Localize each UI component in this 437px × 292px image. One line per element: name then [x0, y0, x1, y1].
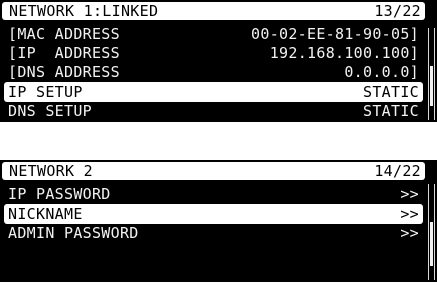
scrollbar-thumb[interactable]: [430, 66, 433, 106]
menu-title: NETWORK 2: [9, 162, 93, 180]
dns-setup-value: STATIC: [363, 102, 419, 120]
mac-address-row: [MAC ADDRESS 00-02-EE-81-90-05]: [4, 24, 423, 44]
ip-setup-label: IP SETUP: [8, 83, 83, 101]
admin-password-label: ADMIN PASSWORD: [8, 224, 139, 242]
dns-address-row: [DNS ADDRESS 0.0.0.0]: [4, 62, 423, 82]
network-1-screen: NETWORK 1:LINKED 13/22 [MAC ADDRESS 00-0…: [0, 0, 437, 122]
nickname-label: NICKNAME: [8, 205, 83, 223]
page-indicator: 14/22: [374, 162, 421, 180]
scrollbar[interactable]: [428, 28, 435, 120]
admin-password-menu-item[interactable]: ADMIN PASSWORD >>: [4, 223, 423, 243]
mac-address-label: [MAC ADDRESS: [8, 25, 120, 43]
ip-password-label: IP PASSWORD: [8, 185, 111, 203]
scrollbar-thumb[interactable]: [430, 222, 433, 266]
ip-address-row: [IP ADDRESS 192.168.100.100]: [4, 43, 423, 63]
page-indicator: 13/22: [374, 2, 421, 20]
ip-address-label: [IP ADDRESS: [8, 44, 120, 62]
chevron-right-icon: >>: [400, 205, 419, 223]
network-2-screen: NETWORK 2 14/22 IP PASSWORD >> NICKNAME …: [0, 160, 437, 282]
nickname-menu-item[interactable]: NICKNAME >>: [4, 204, 423, 224]
dns-setup-menu-item[interactable]: DNS SETUP STATIC: [4, 101, 423, 121]
chevron-right-icon: >>: [400, 224, 419, 242]
menu-title: NETWORK 1:LINKED: [9, 2, 159, 20]
mac-address-value: 00-02-EE-81-90-05]: [251, 25, 419, 43]
ip-setup-menu-item[interactable]: IP SETUP STATIC: [4, 82, 423, 102]
dns-address-value: 0.0.0.0]: [344, 63, 419, 81]
chevron-right-icon: >>: [400, 185, 419, 203]
menu-header: NETWORK 2 14/22: [2, 162, 425, 180]
dns-address-label: [DNS ADDRESS: [8, 63, 120, 81]
menu-header: NETWORK 1:LINKED 13/22: [2, 2, 425, 20]
ip-setup-value: STATIC: [363, 83, 419, 101]
ip-password-menu-item[interactable]: IP PASSWORD >>: [4, 184, 423, 204]
scrollbar[interactable]: [428, 184, 435, 280]
dns-setup-label: DNS SETUP: [8, 102, 92, 120]
ip-address-value: 192.168.100.100]: [269, 44, 419, 62]
